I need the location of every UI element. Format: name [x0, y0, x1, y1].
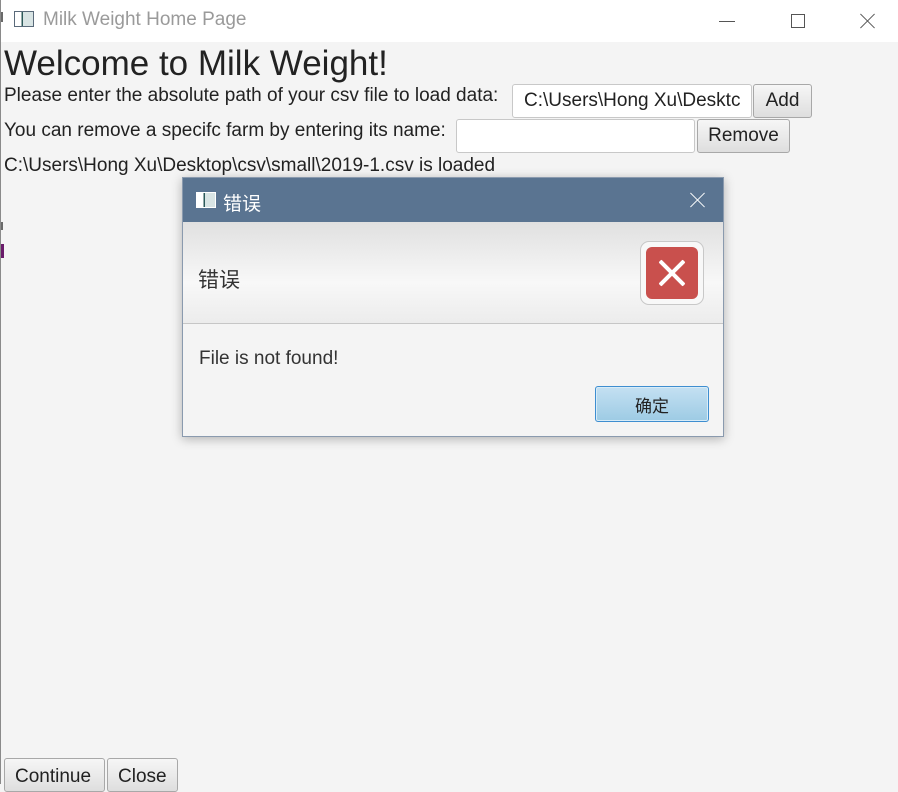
- maximize-button[interactable]: [780, 6, 816, 36]
- window-edge-mark: [1, 244, 4, 258]
- maximize-icon: [791, 14, 805, 28]
- window-edge-mark: [1, 222, 3, 230]
- error-dialog: 错误 错误 File is not found! 确定: [182, 177, 724, 437]
- ok-button[interactable]: 确定: [595, 386, 709, 422]
- page-heading: Welcome to Milk Weight!: [4, 44, 388, 83]
- app-window-icon: [14, 11, 34, 27]
- dialog-title: 错误: [223, 194, 262, 215]
- close-button[interactable]: Close: [107, 758, 178, 792]
- dialog-close-button[interactable]: [681, 187, 715, 213]
- add-button[interactable]: Add: [753, 84, 812, 118]
- close-icon: [689, 191, 707, 209]
- window-edge-mark: [1, 12, 3, 22]
- farm-name-input[interactable]: [456, 119, 695, 153]
- load-path-label: Please enter the absolute path of your c…: [4, 85, 499, 106]
- dialog-titlebar[interactable]: 错误: [183, 178, 723, 222]
- remove-farm-label: You can remove a specifc farm by enterin…: [4, 120, 446, 141]
- csv-path-input[interactable]: [512, 84, 752, 118]
- minimize-icon: [719, 20, 735, 22]
- minimize-button[interactable]: [709, 6, 745, 36]
- dialog-header-text: 错误: [198, 269, 240, 292]
- window-titlebar[interactable]: Milk Weight Home Page: [1, 0, 898, 42]
- remove-button[interactable]: Remove: [697, 119, 790, 153]
- app-window-icon: [196, 192, 216, 208]
- load-status-text: C:\Users\Hong Xu\Desktop\csv\small\2019-…: [4, 155, 496, 176]
- dialog-header: 错误: [183, 222, 723, 324]
- dialog-message: File is not found!: [199, 348, 339, 369]
- main-window: Milk Weight Home Page Welcome to Milk We…: [0, 0, 898, 792]
- continue-button[interactable]: Continue: [4, 758, 105, 792]
- window-close-button[interactable]: [850, 6, 886, 36]
- close-icon: [859, 12, 877, 30]
- error-icon-frame: [640, 241, 704, 305]
- error-x-icon: [646, 247, 698, 299]
- window-title: Milk Weight Home Page: [43, 9, 247, 30]
